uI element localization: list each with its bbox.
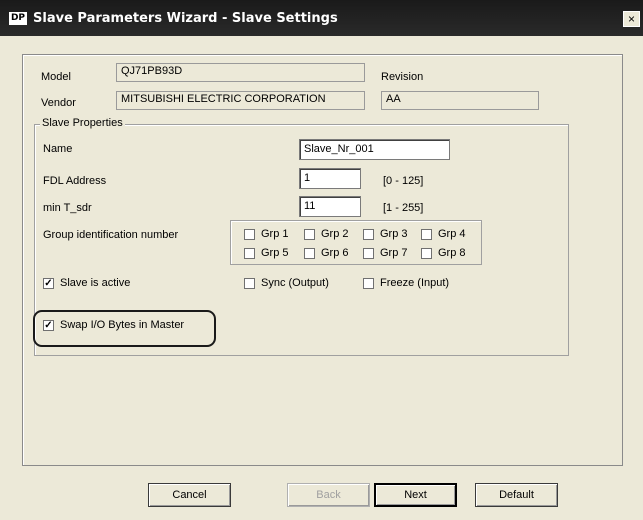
checkbox-icon [244,228,255,240]
title-bar: DP Slave Parameters Wizard - Slave Setti… [0,0,643,36]
grp-6-checkbox[interactable]: Grp 6 [304,247,349,259]
grp-5-label: Grp 5 [261,247,289,259]
min-tsdr-range: [1 - 255] [383,202,424,214]
grp-3-label: Grp 3 [380,228,408,240]
close-icon[interactable]: × [623,11,640,27]
grp-1-label: Grp 1 [261,228,289,240]
dp-app-icon: DP [9,12,27,25]
grp-2-checkbox[interactable]: Grp 2 [304,228,349,240]
check-icon [43,277,54,289]
grp-7-label: Grp 7 [380,247,408,259]
vendor-field: MITSUBISHI ELECTRIC CORPORATION [116,91,365,110]
grp-8-label: Grp 8 [438,247,466,259]
checkbox-icon [363,277,374,289]
freeze-input-checkbox[interactable]: Freeze (Input) [363,277,449,289]
freeze-input-label: Freeze (Input) [380,277,450,289]
slave-active-checkbox[interactable]: Slave is active [43,277,130,289]
name-input[interactable]: Slave_Nr_001 [299,139,450,160]
slave-properties-title: Slave Properties [40,117,125,129]
revision-field: AA [381,91,539,110]
checkbox-icon [304,247,315,259]
checkbox-icon [244,277,255,289]
grp-2-label: Grp 2 [321,228,349,240]
grp-5-checkbox[interactable]: Grp 5 [244,247,289,259]
next-button[interactable]: Next [374,483,457,507]
revision-label: Revision [381,71,424,83]
min-tsdr-label: min T_sdr [43,202,92,214]
vendor-label: Vendor [41,97,76,109]
cancel-button[interactable]: Cancel [148,483,231,507]
slave-active-label: Slave is active [60,277,131,289]
grp-7-checkbox[interactable]: Grp 7 [363,247,408,259]
sync-output-checkbox[interactable]: Sync (Output) [244,277,329,289]
checkbox-icon [421,228,432,240]
fdl-address-range: [0 - 125] [383,175,424,187]
fdl-address-input[interactable]: 1 [299,168,361,189]
grp-4-label: Grp 4 [438,228,466,240]
checkbox-icon [244,247,255,259]
min-tsdr-input[interactable]: 11 [299,196,361,217]
grp-3-checkbox[interactable]: Grp 3 [363,228,408,240]
grp-6-label: Grp 6 [321,247,349,259]
grp-1-checkbox[interactable]: Grp 1 [244,228,289,240]
checkbox-icon [421,247,432,259]
back-button[interactable]: Back [287,483,370,507]
slave-settings-window: DP Slave Parameters Wizard - Slave Setti… [0,0,643,520]
model-field: QJ71PB93D [116,63,365,82]
grp-8-checkbox[interactable]: Grp 8 [421,247,466,259]
model-label: Model [41,71,71,83]
checkbox-icon [363,228,374,240]
sync-output-label: Sync (Output) [261,277,329,289]
group-id-label: Group identification number [43,229,179,241]
name-label: Name [43,143,73,155]
default-button[interactable]: Default [475,483,558,507]
checkbox-icon [304,228,315,240]
grp-4-checkbox[interactable]: Grp 4 [421,228,466,240]
fdl-address-label: FDL Address [43,175,107,187]
check-icon [43,319,54,331]
window-title: Slave Parameters Wizard - Slave Settings [33,11,338,26]
checkbox-icon [363,247,374,259]
swap-io-bytes-checkbox[interactable]: Swap I/O Bytes in Master [43,319,184,331]
swap-io-bytes-label: Swap I/O Bytes in Master [60,319,185,331]
